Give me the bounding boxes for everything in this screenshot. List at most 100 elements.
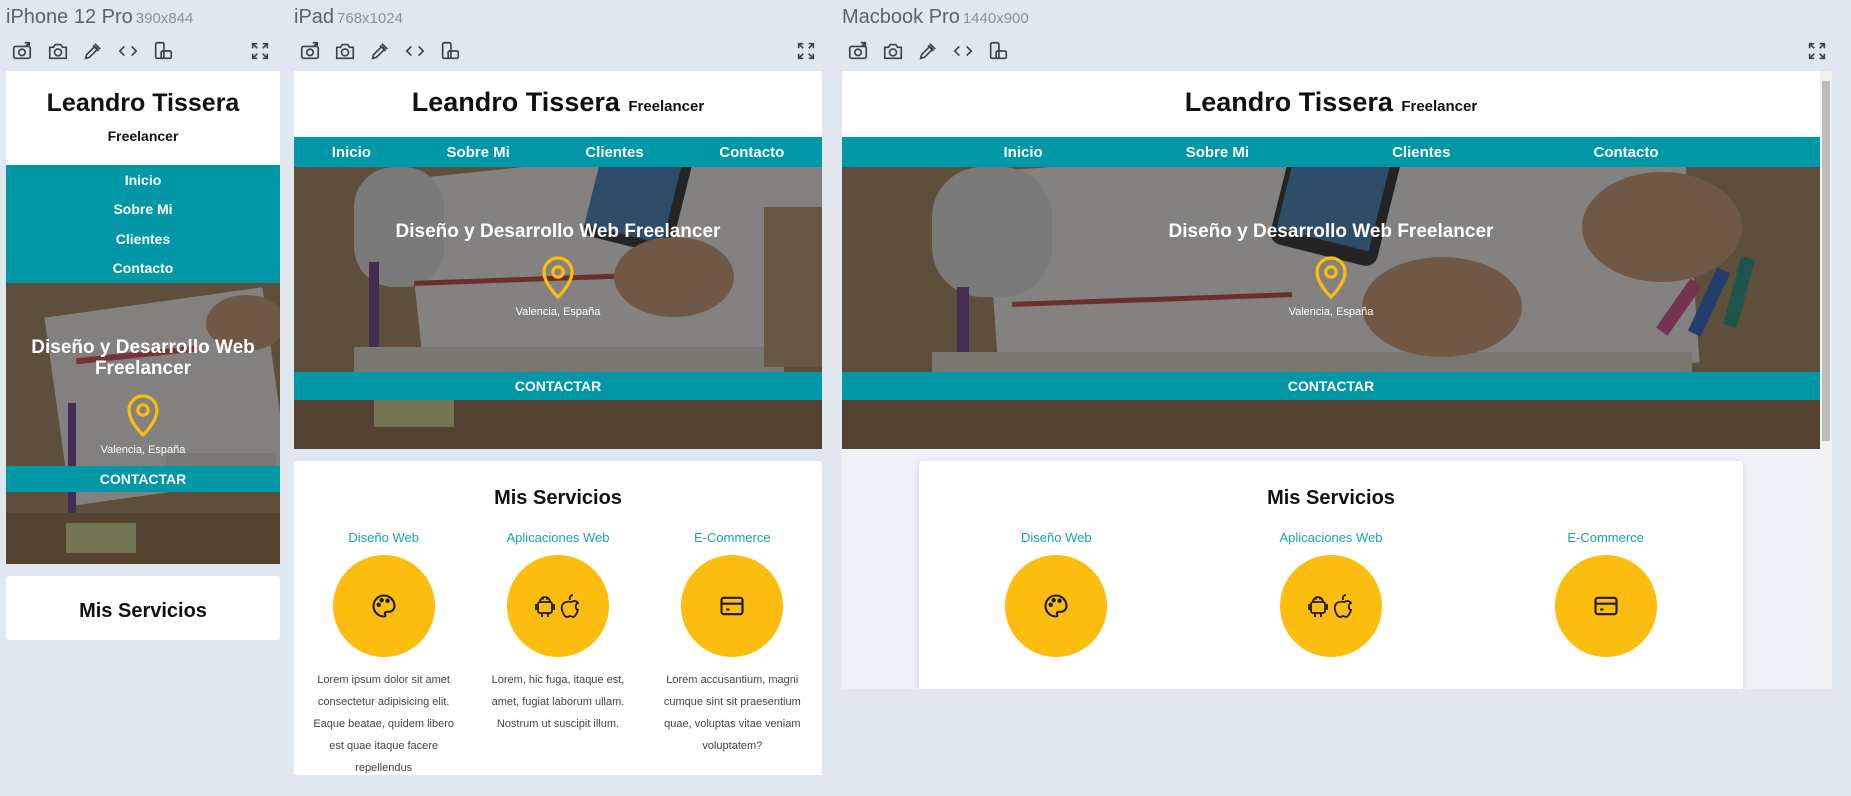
- fullscreen-icon[interactable]: [249, 40, 271, 62]
- scrollbar-thumb[interactable]: [1822, 81, 1830, 441]
- hero-title: Diseño y Desarrollo Web Freelancer: [31, 337, 255, 379]
- service-e-commerce: E-Commerce: [1486, 530, 1726, 657]
- site-role: Freelancer: [1401, 98, 1478, 115]
- location-pin-icon: [842, 253, 1820, 306]
- service-name[interactable]: Diseño Web: [304, 530, 464, 545]
- hero: Diseño y Desarrollo Web Freelancer Valen…: [6, 283, 280, 564]
- device-dims: 390x844: [135, 10, 194, 27]
- main-nav: Inicio Sobre Mi Clientes Contacto: [842, 137, 1820, 167]
- service-text: Lorem accusantium, magni cumque sint sit…: [663, 674, 801, 752]
- device-title-iphone: iPhone 12 Pro 390x844: [6, 6, 193, 29]
- site-header: Leandro Tissera Freelancer: [6, 71, 280, 165]
- nav-inicio[interactable]: Inicio: [332, 144, 371, 161]
- service-name[interactable]: Diseño Web: [936, 530, 1176, 545]
- services-title: Mis Servicios: [494, 487, 622, 509]
- service-name[interactable]: Aplicaciones Web: [1211, 530, 1451, 545]
- site-header: Leandro Tissera Freelancer: [294, 71, 822, 137]
- device-dims: 1440x900: [962, 10, 1029, 27]
- eyedropper-icon[interactable]: [82, 40, 104, 62]
- android-apple-icon: [535, 594, 580, 618]
- device-name: iPhone 12 Pro: [6, 6, 133, 28]
- nav-contacto[interactable]: Contacto: [113, 260, 174, 276]
- nav-clientes[interactable]: Clientes: [585, 144, 643, 161]
- hero-location: Valencia, España: [1288, 306, 1374, 318]
- device-rotate-icon[interactable]: [439, 40, 461, 62]
- device-title-macbook: Macbook Pro 1440x900: [842, 6, 1029, 29]
- device-dims: 768x1024: [337, 10, 403, 27]
- camera-rotate-icon[interactable]: [299, 40, 321, 62]
- nav-sobre-mi[interactable]: Sobre Mi: [446, 144, 509, 161]
- device-rotate-icon[interactable]: [987, 40, 1009, 62]
- service-name[interactable]: E-Commerce: [652, 530, 812, 545]
- device-toolbar: [6, 40, 280, 66]
- hero: Diseño y Desarrollo Web Freelancer Valen…: [842, 167, 1820, 449]
- site-name: Leandro Tissera: [1184, 87, 1393, 117]
- eyedropper-icon[interactable]: [917, 40, 939, 62]
- service-circle: [332, 555, 435, 657]
- service-circle: [1279, 555, 1382, 657]
- site-header: Leandro Tissera Freelancer: [842, 71, 1820, 137]
- camera-icon[interactable]: [882, 40, 904, 62]
- scrollbar[interactable]: [1820, 71, 1832, 689]
- nav-sobre-mi[interactable]: Sobre Mi: [1186, 144, 1249, 161]
- nav-clientes[interactable]: Clientes: [1392, 144, 1450, 161]
- hero-content: Diseño y Desarrollo Web Freelancer Valen…: [842, 221, 1820, 318]
- device-title-ipad: iPad 768x1024: [294, 6, 403, 29]
- location-pin-icon: [6, 391, 280, 444]
- services-section: Mis Servicios Diseño Web Aplicaciones We…: [919, 461, 1743, 689]
- viewport-macbook: Leandro Tissera Freelancer Inicio Sobre …: [842, 71, 1832, 689]
- code-icon[interactable]: [404, 40, 426, 62]
- site-name: Leandro Tissera: [411, 87, 620, 117]
- service-e-commerce: E-Commerce Lorem accusantium, magni cumq…: [652, 530, 812, 775]
- code-icon[interactable]: [952, 40, 974, 62]
- location-pin-icon: [294, 253, 822, 306]
- contact-button[interactable]: CONTACTAR: [6, 466, 280, 492]
- contact-button[interactable]: CONTACTAR: [294, 372, 822, 400]
- camera-rotate-icon[interactable]: [847, 40, 869, 62]
- hero-title: Diseño y Desarrollo Web Freelancer: [1168, 221, 1494, 242]
- nav-sobre-mi[interactable]: Sobre Mi: [113, 201, 172, 217]
- hero-content: Diseño y Desarrollo Web Freelancer Valen…: [294, 221, 822, 318]
- services-list: Diseño Web Lorem ipsum dolor sit amet co…: [294, 530, 822, 775]
- services-section: Mis Servicios Diseño Web Lorem ipsum dol…: [294, 461, 822, 775]
- camera-icon[interactable]: [334, 40, 356, 62]
- service-text: Lorem ipsum dolor sit amet consectetur a…: [313, 674, 454, 774]
- service-circle: [1005, 555, 1108, 657]
- device-toolbar: [294, 40, 822, 66]
- camera-rotate-icon[interactable]: [11, 40, 33, 62]
- service-name[interactable]: E-Commerce: [1486, 530, 1726, 545]
- services-list: Diseño Web Aplicaciones Web E-Commerce: [919, 530, 1743, 657]
- hero-location: Valencia, España: [100, 444, 186, 456]
- nav-contacto[interactable]: Contacto: [1593, 144, 1658, 161]
- nav-contacto[interactable]: Contacto: [719, 144, 784, 161]
- credit-card-icon: [1594, 596, 1618, 616]
- viewport-iphone: Leandro Tissera Freelancer Inicio Sobre …: [6, 71, 280, 651]
- nav-clientes[interactable]: Clientes: [116, 231, 170, 247]
- device-name: iPad: [294, 6, 335, 28]
- palette-icon: [1044, 594, 1068, 618]
- main-nav: Inicio Sobre Mi Clientes Contacto: [294, 137, 822, 167]
- code-icon[interactable]: [117, 40, 139, 62]
- credit-card-icon: [720, 596, 744, 616]
- service-aplicaciones-web: Aplicaciones Web Lorem, hic fuga, itaque…: [483, 530, 633, 775]
- nav-inicio[interactable]: Inicio: [125, 172, 162, 188]
- palette-icon: [372, 594, 396, 618]
- services-title: Mis Servicios: [1267, 487, 1395, 509]
- contact-button[interactable]: CONTACTAR: [842, 372, 1820, 400]
- services-title: Mis Servicios: [79, 600, 207, 622]
- fullscreen-icon[interactable]: [1806, 40, 1828, 62]
- device-toolbar: [842, 40, 1832, 66]
- site-role: Freelancer: [628, 98, 705, 115]
- camera-icon[interactable]: [47, 40, 69, 62]
- service-diseno-web: Diseño Web: [936, 530, 1176, 657]
- site-role: Freelancer: [107, 128, 179, 144]
- service-text: Lorem, hic fuga, itaque est, amet, fugia…: [491, 674, 625, 730]
- eyedropper-icon[interactable]: [369, 40, 391, 62]
- fullscreen-icon[interactable]: [795, 40, 817, 62]
- service-aplicaciones-web: Aplicaciones Web: [1211, 530, 1451, 657]
- service-name[interactable]: Aplicaciones Web: [483, 530, 633, 545]
- device-rotate-icon[interactable]: [152, 40, 174, 62]
- site-name: Leandro Tissera: [46, 89, 240, 117]
- android-apple-icon: [1308, 594, 1353, 618]
- nav-inicio[interactable]: Inicio: [1004, 144, 1043, 161]
